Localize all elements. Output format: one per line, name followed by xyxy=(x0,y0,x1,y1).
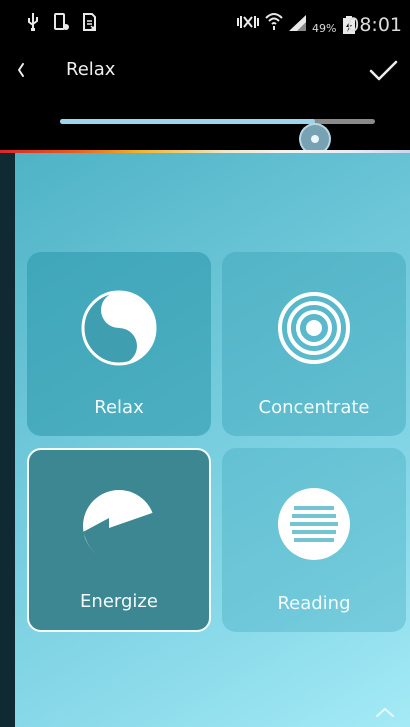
device-icon xyxy=(54,13,69,30)
title-bar: Relax xyxy=(0,42,410,98)
back-button[interactable] xyxy=(10,56,38,84)
scene-label: Energize xyxy=(80,591,158,612)
scene-label: Relax xyxy=(94,397,144,418)
chevron-left-icon xyxy=(18,63,24,77)
slider-track[interactable] xyxy=(60,119,375,155)
chevron-up-icon[interactable] xyxy=(374,705,396,719)
scene-tile-relax[interactable]: Relax xyxy=(27,252,211,436)
yin-yang-icon xyxy=(81,290,157,366)
signal-icon xyxy=(289,15,306,31)
page-title: Relax xyxy=(66,59,116,80)
lightning-icon xyxy=(83,490,156,563)
scene-label: Reading xyxy=(277,593,351,614)
reading-lines-icon xyxy=(278,488,350,560)
checkmark-icon xyxy=(369,60,398,81)
scene-tile-energize[interactable]: Energize xyxy=(27,448,211,632)
confirm-button[interactable] xyxy=(366,54,400,88)
concentric-circles-icon xyxy=(278,292,350,364)
scene-grid: Relax Concentrate Energize Reading xyxy=(15,153,410,727)
scene-label: Concentrate xyxy=(258,397,370,418)
screen: 49% 08:01 Relax Relax Concentrate Energi… xyxy=(0,0,410,727)
status-bar: 49% 08:01 xyxy=(0,0,410,42)
content-edge xyxy=(0,153,15,727)
scene-tile-reading[interactable]: Reading xyxy=(222,448,406,632)
clock-time: 08:01 xyxy=(347,14,402,36)
slider-fill xyxy=(60,119,316,124)
brightness-slider[interactable] xyxy=(50,102,385,155)
scene-tile-concentrate[interactable]: Concentrate xyxy=(222,252,406,436)
wifi-icon xyxy=(265,13,283,30)
document-icon xyxy=(83,13,96,31)
battery-percent: 49% xyxy=(312,22,337,35)
nfc-vibrate-icon xyxy=(237,16,259,28)
usb-icon xyxy=(28,13,38,31)
